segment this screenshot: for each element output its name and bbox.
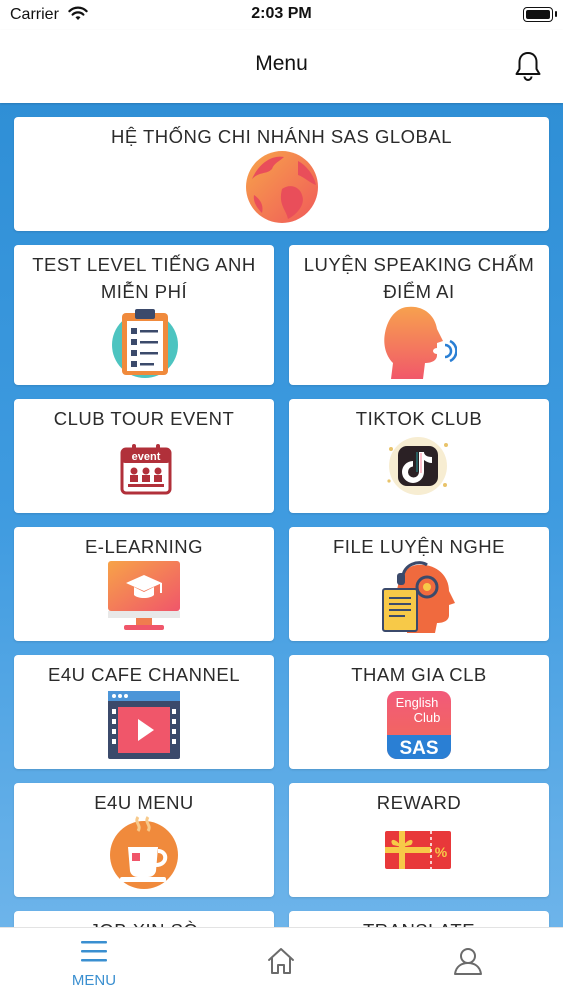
english-club-sas-icon: English Club SAS	[387, 691, 451, 759]
club-badge-line2: Club	[414, 710, 441, 725]
event-calendar-icon: event	[120, 444, 172, 495]
elearning-monitor-icon	[108, 561, 180, 630]
clock: 2:03 PM	[251, 5, 312, 22]
coffee-cup-icon	[110, 816, 178, 889]
menu-item-club-tour-event[interactable]: CLUB TOUR EVENT event	[14, 399, 274, 513]
menu-item-branch-system[interactable]: HỆ THỐNG CHI NHÁNH SAS GLOBAL	[14, 117, 549, 231]
menu-item-label: TIKTOK CLUB	[355, 408, 483, 429]
menu-item-e4u-menu[interactable]: E4U MENU	[14, 783, 274, 897]
menu-item-label: E-LEARNING	[84, 536, 204, 557]
club-badge-line1: English	[396, 695, 439, 710]
menu-item-speaking-ai[interactable]: LUYỆN SPEAKING CHẤM ĐIỂM AI	[289, 245, 549, 385]
menu-item-translate[interactable]: TRANSLATE	[289, 911, 549, 927]
speaking-head-icon	[384, 306, 457, 379]
menu-grid: HỆ THỐNG CHI NHÁNH SAS GLOBAL TEST LEVEL…	[0, 103, 563, 927]
tab-menu[interactable]: MENU	[0, 928, 188, 1001]
menu-item-label: TRANSLATE	[295, 917, 543, 927]
menu-item-label: HỆ THỐNG CHI NHÁNH SAS GLOBAL	[110, 126, 453, 147]
page-title: Menu	[255, 52, 308, 75]
menu-item-reward[interactable]: REWARD %	[289, 783, 549, 897]
clipboard-checklist-icon	[112, 309, 178, 378]
menu-item-label: E4U MENU	[94, 792, 194, 813]
menu-item-test-level[interactable]: TEST LEVEL TIẾNG ANH MIỄN PHÍ	[14, 245, 274, 385]
status-bar: Carrier 2:03 PM	[0, 0, 563, 30]
menu-item-listening-files[interactable]: FILE LUYỆN NGHE	[289, 527, 549, 641]
hamburger-menu-icon	[81, 941, 107, 962]
battery-icon	[523, 7, 553, 22]
menu-item-label: LUYỆN SPEAKING CHẤM ĐIỂM AI	[303, 254, 535, 302]
club-badge-line3: SAS	[399, 738, 438, 759]
menu-item-label: THAM GIA CLB	[351, 664, 487, 685]
video-player-icon	[108, 691, 180, 759]
menu-item-job[interactable]: JOB XỊN SÒ	[14, 911, 274, 927]
menu-item-label: REWARD	[376, 792, 462, 813]
menu-item-label: E4U CAFE CHANNEL	[47, 664, 240, 685]
menu-item-e4u-cafe-channel[interactable]: E4U CAFE CHANNEL	[14, 655, 274, 769]
user-profile-icon	[454, 948, 482, 975]
gift-voucher-icon: %	[385, 831, 451, 869]
menu-item-label: JOB XỊN SÒ	[20, 917, 268, 927]
listening-head-icon	[382, 561, 455, 633]
globe-icon	[246, 151, 318, 223]
svg-text:%: %	[435, 844, 448, 860]
menu-item-label: FILE LUYỆN NGHE	[333, 536, 505, 557]
tiktok-icon	[387, 437, 448, 495]
menu-item-join-club[interactable]: THAM GIA CLB English Club SAS	[289, 655, 549, 769]
event-badge-text: event	[132, 451, 161, 463]
menu-item-tiktok-club[interactable]: TIKTOK CLUB	[289, 399, 549, 513]
tab-profile[interactable]	[375, 928, 563, 1001]
menu-item-label: CLUB TOUR EVENT	[53, 408, 235, 429]
menu-item-label: TEST LEVEL TIẾNG ANH MIỄN PHÍ	[32, 254, 256, 302]
bell-icon[interactable]	[513, 50, 543, 82]
tab-bar: MENU	[0, 927, 563, 1001]
home-icon	[268, 948, 294, 974]
tab-menu-label: MENU	[71, 972, 117, 989]
menu-item-e-learning[interactable]: E-LEARNING	[14, 527, 274, 641]
nav-bar: Menu	[0, 30, 563, 103]
tab-home[interactable]	[188, 928, 376, 1001]
